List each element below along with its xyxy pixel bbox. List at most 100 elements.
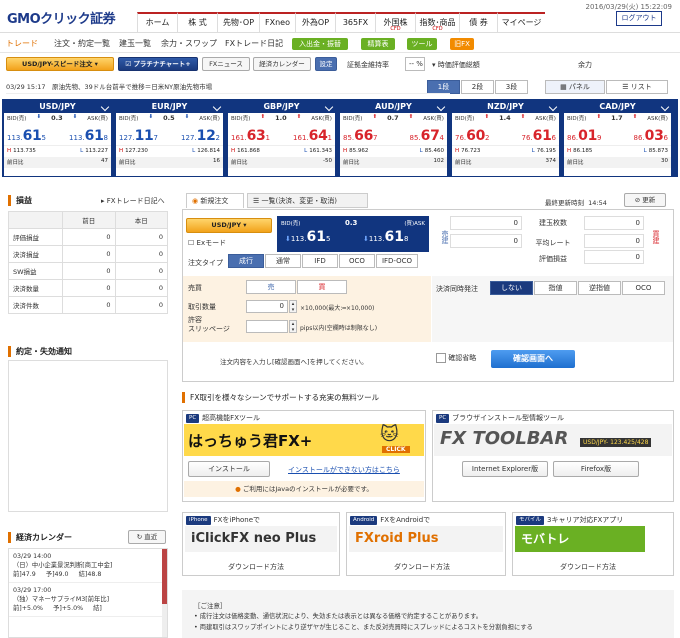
list-view-button[interactable]: ☰ リスト [606,80,668,94]
settlement-button[interactable]: 精算表 [361,38,395,50]
rate-pair[interactable]: NZD/JPY [452,101,559,113]
gmo-logo[interactable]: GMOクリック証券 [7,8,116,27]
settle-option[interactable]: 指値 [534,281,577,295]
subnav-trade-diary[interactable]: FXトレード日記 [225,38,283,49]
rate-card[interactable]: CAD/JPY BID(売) ⬆ 1.7 ⬆ ASK(買) 86.019 86.036 H 86.… [564,101,671,176]
ex-mode-checkbox[interactable]: ☐ Exモード [188,238,226,248]
logout-button[interactable]: ログアウト [616,11,662,26]
install-button[interactable]: インストール [188,461,270,477]
deposit-button[interactable]: 入出金・振替 [292,38,348,50]
fx-toolbar-banner[interactable]: FX TOOLBAR USD/JPY- 123.425/428 [434,424,672,456]
rate-card[interactable]: EUR/JPY BID(売) ⬇ 0.5 ⬇ ASK(買) 127.117 127.122 H 1… [116,101,223,176]
sell-button[interactable]: 売 [246,280,296,294]
nav-item[interactable]: 株 式 [177,12,217,33]
calendar-scrollbar[interactable] [162,549,167,637]
ie-download-button[interactable]: Internet Explorer版 [462,461,548,477]
hacchu-banner[interactable]: はっちゅう君FX+ CLICK 🐱 [184,424,424,456]
order-type-tab[interactable]: OCO [339,254,375,268]
mobile-download-link[interactable]: ダウンロード方法 [560,562,616,572]
bid-price[interactable]: 76.602 [455,128,490,144]
trade-diary-link[interactable]: ▸ FXトレード日記へ [101,196,165,206]
bid-price[interactable]: 161.631 [231,128,270,144]
order-type-tab[interactable]: 成行 [228,254,264,268]
rate-card[interactable]: NZD/JPY BID(売) ⬆ 1.4 ⬆ ASK(買) 76.602 76.616 H 76.… [452,101,559,176]
calendar-event[interactable]: 03/29 14:00 （日）中小企業景況判断[商工中金] 前]47.9 予]49.0… [9,549,167,583]
platinum-chart-button[interactable]: ☑ プラチナチャート+ [118,57,198,71]
panel-view-button[interactable]: ▦ パネル [545,80,605,94]
bid-price[interactable]: 113.615 [7,128,46,144]
collapse-icon[interactable] [324,102,334,112]
order-pair-select[interactable]: USD/JPY ▾ [186,218,272,233]
order-bid-price[interactable]: ⬇113.615 [285,229,330,245]
settle-option[interactable]: 逆指値 [578,281,621,295]
calendar-list[interactable]: 03/29 14:00 （日）中小企業景況判断[商工中金] 前]47.9 予]49.0… [8,548,168,638]
iclickfx-banner[interactable]: iClickFX neo Plus [185,526,337,552]
order-type-tab[interactable]: 通常 [265,254,301,268]
news-ticker[interactable]: 03/29 15:17 原油先物、39ドル台前半で推移＝日米NY原油先物市場 [6,81,450,94]
skip-confirm-checkbox[interactable]: 確認省略 [436,353,476,363]
bid-price[interactable]: 127.117 [119,128,158,144]
rate-pair[interactable]: USD/JPY [4,101,111,113]
subnav-positions[interactable]: 建玉一覧 [119,38,151,49]
speed-order-dropdown[interactable]: USD/JPY-スピード注文 ▾ [6,57,114,71]
subnav-margin-swap[interactable]: 余力・スワップ [161,38,217,49]
collapse-icon[interactable] [436,102,446,112]
nav-item[interactable]: 指数･商品 CFD [415,12,459,33]
bid-price[interactable]: 86.019 [567,128,602,144]
tools-button[interactable]: ツール [407,38,437,50]
ask-price[interactable]: 113.618 [69,128,108,144]
android-download-link[interactable]: ダウンロード方法 [394,562,450,572]
nav-item[interactable]: マイページ [497,12,545,33]
ask-price[interactable]: 161.641 [293,128,332,144]
collapse-icon[interactable] [100,102,110,112]
ask-price[interactable]: 127.122 [181,128,220,144]
old-fx-button[interactable]: 旧FX [450,38,474,50]
order-type-tab[interactable]: IFD [302,254,338,268]
tab-order-list[interactable]: ☰ 一覧(決済、変更・取消) [247,193,368,208]
iphone-download-link[interactable]: ダウンロード方法 [228,562,284,572]
cant-install-link[interactable]: インストールができない方はこちら [288,465,400,475]
ask-price[interactable]: 86.036 [634,128,669,144]
collapse-icon[interactable] [212,102,222,112]
ask-price[interactable]: 76.616 [522,128,557,144]
rate-pair[interactable]: CAD/JPY [564,101,671,113]
refresh-button[interactable]: ⊘ 更新 [624,193,666,207]
nav-item[interactable]: FXneo [259,12,295,33]
rate-pair[interactable]: GBP/JPY [228,101,335,113]
qty-input[interactable]: 0 [246,300,288,313]
rows-3-button[interactable]: 3段 [495,80,528,94]
rate-card[interactable]: GBP/JPY BID(売) ⬆ 1.0 ⬆ ASK(買) 161.631 161.641 H 1… [228,101,335,176]
qty-stepper[interactable]: ▴ ▾ [289,300,297,313]
rate-pair[interactable]: AUD/JPY [340,101,447,113]
rate-card[interactable]: AUD/JPY BID(売) ⬆ 0.7 ⬆ ASK(買) 85.667 85.674 H 85.… [340,101,447,176]
rows-2-button[interactable]: 2段 [461,80,494,94]
collapse-icon[interactable] [660,102,670,112]
slippage-stepper[interactable]: ▴ ▾ [289,320,297,333]
firefox-download-button[interactable]: Firefox版 [553,461,639,477]
settings-button[interactable]: 設定 [315,57,337,71]
nav-item[interactable]: 365FX [335,12,375,33]
tab-new-order[interactable]: ◉ 新規注文 [186,193,244,208]
buy-button[interactable]: 買 [297,280,347,294]
nav-item[interactable]: 外国株 CFD [375,12,415,33]
order-type-tab[interactable]: IFD-OCO [376,254,418,268]
collapse-icon[interactable] [548,102,558,112]
slippage-input[interactable] [246,320,288,333]
ask-price[interactable]: 85.674 [410,128,445,144]
settle-option[interactable]: OCO [622,281,665,295]
order-ask-price[interactable]: ⬇113.618 [363,229,408,245]
nav-item[interactable]: 先物･OP [217,12,259,33]
nav-item[interactable]: 外為OP [295,12,335,33]
subnav-orders[interactable]: 注文・約定一覧 [54,38,110,49]
fx-news-button[interactable]: FXニュース [202,57,250,71]
nav-item[interactable]: ホーム [137,12,177,33]
settle-option[interactable]: しない [490,281,533,295]
fxroid-banner[interactable]: FXroid Plus [349,526,503,552]
margin-ratio-select[interactable]: -- % [405,57,425,71]
confirm-button[interactable]: 確認画面へ [491,350,575,368]
subnav-trade[interactable]: トレード [6,38,38,49]
mobatore-banner[interactable]: モバトレ [515,526,645,552]
rate-card[interactable]: USD/JPY BID(売) ⬇ 0.3 ⬇ ASK(買) 113.615 113.618 H 1… [4,101,111,176]
bid-price[interactable]: 85.667 [343,128,378,144]
calendar-latest-button[interactable]: ↻ 直近 [128,530,166,544]
